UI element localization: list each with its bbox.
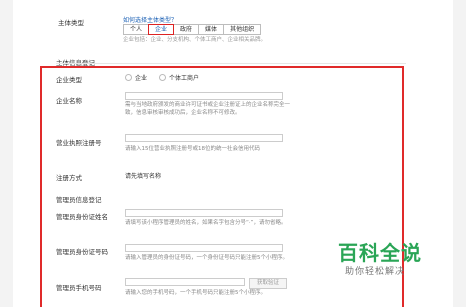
admin-name-note: 请填写该小程序管理员的姓名，如果名字包含分号“·”，请勿省略。 <box>125 220 287 226</box>
admin-phone-input[interactable] <box>125 278 245 286</box>
tab-other-org[interactable]: 其他组织 <box>223 24 262 35</box>
register-method-label: 注册方式 <box>56 174 82 182</box>
radio-individual-business-label: 个体工商户 <box>169 75 200 82</box>
radio-enterprise[interactable] <box>125 74 132 81</box>
admin-phone-label: 管理员手机号码 <box>56 284 102 292</box>
enterprise-name-label: 企业名称 <box>56 97 82 105</box>
admin-id-input[interactable] <box>125 244 283 252</box>
admin-name-input[interactable] <box>125 209 283 217</box>
subject-type-label: 主体类型 <box>58 19 84 27</box>
enterprise-type-label: 企业类型 <box>56 76 82 84</box>
admin-name-label: 管理员身份证姓名 <box>56 213 108 221</box>
tab-government[interactable]: 政府 <box>173 24 200 35</box>
register-method-value: 请先填写名称 <box>125 173 162 180</box>
get-code-button[interactable]: 获取验证 <box>249 278 287 289</box>
watermark-subtitle: 助你轻松解决 <box>345 267 406 277</box>
license-no-label: 营业执照注册号 <box>56 139 102 147</box>
tab-individual[interactable]: 个人 <box>123 24 150 35</box>
license-no-input[interactable] <box>125 134 283 142</box>
section-divider <box>56 63 406 64</box>
admin-phone-note: 请输入您的手机号码，一个手机号码只能注册5个小程序。 <box>125 290 267 296</box>
enterprise-name-input[interactable] <box>125 92 283 100</box>
license-no-note: 请输入15位营业执照注册号或18位的统一社会信用代码 <box>125 146 260 152</box>
admin-id-note: 请输入管理员的身份证号码，一个身份证号码只能注册5个小程序。 <box>125 255 289 261</box>
subject-type-help-link[interactable]: 如何选择主体类型？ <box>123 15 177 24</box>
subject-type-description: 企业包括：企业、分支机构、个体工商户、企业相关品牌。 <box>123 37 267 43</box>
radio-enterprise-label: 企业 <box>135 75 148 82</box>
admin-id-label: 管理员身份证号码 <box>56 248 108 256</box>
admin-section-title: 管理员信息登记 <box>56 196 102 204</box>
tab-enterprise[interactable]: 企业 <box>148 24 175 35</box>
radio-individual-business[interactable] <box>159 74 167 81</box>
subject-type-tabs: 个人 企业 政府 媒体 其他组织 <box>123 24 262 35</box>
enterprise-name-note: 需与当地政府颁发的商业许可证书或企业注册证上的企业名称完全一致，信息审核审核成功… <box>125 102 291 116</box>
watermark-title: 百科全说 <box>338 241 422 265</box>
tab-media[interactable]: 媒体 <box>198 24 225 35</box>
enterprise-type-radios: 企业 个体工商户 <box>125 73 199 82</box>
